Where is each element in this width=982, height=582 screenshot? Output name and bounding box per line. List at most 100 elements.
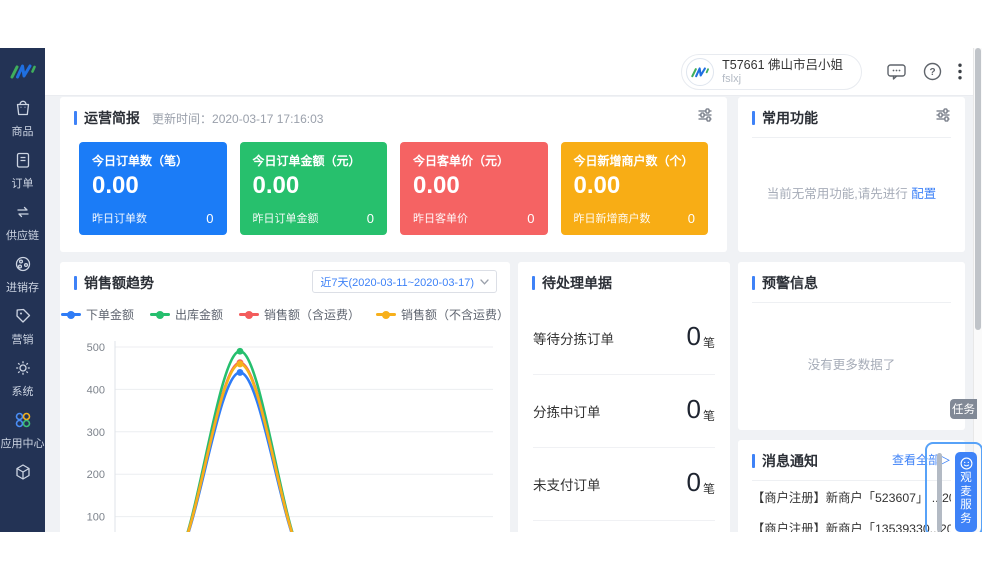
update-time: 更新时间：2020-03-17 17:16:03 [152,111,324,126]
avatar [686,57,715,86]
kpi-yesterday-label: 昨日客单价 [413,213,468,225]
pending-row-waiting-sort[interactable]: 等待分拣订单 0 笔 [533,302,715,375]
service-widget-label: 观麦服务 [960,472,972,525]
help-icon[interactable]: ? [923,62,942,81]
share-nodes-icon [13,254,33,279]
price-tag-icon [13,306,33,331]
message-bubble-icon[interactable] [886,62,907,81]
common-functions-panel: 常用功能 当前无常用功能,请先进行 配置 [738,97,965,252]
notifications-panel: 消息通知 查看全部＞ 【商户注册】新商户「523607」 ...2020-03-… [738,440,965,532]
dashboard-app: 商品 订单 供应链 进销存 营销 系统 应用中心 T57661 佛山市吕小姐 f… [0,48,982,532]
legend-label: 销售额（不含运费） [401,308,510,322]
kpi-cards: 今日订单数（笔） 0.00 昨日订单数 0 今日订单金额（元） 0.00 昨日订… [79,142,708,235]
task-side-tab[interactable]: 任务 [950,399,977,419]
kpi-yesterday-label: 昨日订单金额 [252,213,319,225]
legend-marker [239,310,259,319]
pending-label: 未支付订单 [533,478,601,493]
kpi-value: 0.00 [413,172,460,199]
sidebar-item-label: 营销 [11,334,34,346]
sidebar-item-cube[interactable] [13,462,33,487]
notification-item[interactable]: 【商户注册】新商户「523607」 ...2020-03-13 [752,481,951,512]
alerts-panel: 预警信息 没有更多数据了 [738,262,965,430]
legend-item[interactable]: 销售额（含运费） [239,306,360,323]
sidebar-item-label: 订单 [11,178,34,190]
sidebar-item-supply-chain[interactable]: 供应链 [0,202,45,242]
panel-scrollbar[interactable] [937,453,942,532]
date-range-value: 近7天(2020-03-11~2020-03-17) [320,276,474,289]
svg-text:200: 200 [87,469,105,481]
sidebar-item-marketing[interactable]: 营销 [0,306,45,346]
kpi-value: 0.00 [252,172,300,199]
common-functions-settings-icon[interactable] [935,108,951,122]
kpi-yesterday-value: 0 [206,210,214,226]
pending-unit: 笔 [702,482,715,496]
alerts-empty-state: 没有更多数据了 [807,358,896,372]
legend-marker [60,310,81,319]
legend-item[interactable]: 销售额（不含运费） [376,306,509,323]
pending-value: 0 [686,467,701,497]
order-document-icon [13,150,33,175]
sidebar-item-orders[interactable]: 订单 [0,150,45,190]
service-widget[interactable]: 观麦服务 [955,452,977,532]
pending-value: 0 [686,394,701,424]
sidebar-item-label: 系统 [11,386,34,398]
exchange-arrows-icon [13,202,33,227]
kpi-yesterday-value: 0 [366,210,374,226]
legend-item[interactable]: 下单金额 [60,306,134,323]
legend-label: 出库金额 [174,308,223,322]
kpi-title: 今日订单数（笔） [92,154,189,168]
kpi-card-order-amount[interactable]: 今日订单金额（元） 0.00 昨日订单金额 0 [239,142,387,235]
sales-trend-title: 销售额趋势 [74,273,154,293]
pending-label: 分拣中订单 [533,405,601,420]
sidebar-item-goods[interactable]: 商品 [0,98,45,138]
common-functions-title: 常用功能 [752,108,818,128]
pending-row-unpaid[interactable]: 未支付订单 0 笔 [533,448,715,521]
sidebar-item-system[interactable]: 系统 [0,358,45,398]
sidebar-item-inventory[interactable]: 进销存 [0,254,45,294]
sidebar-item-label: 商品 [11,126,34,138]
user-menu[interactable]: T57661 佛山市吕小姐 fslxj [681,53,862,90]
more-menu-icon[interactable] [958,63,962,80]
date-range-dropdown[interactable]: 近7天(2020-03-11~2020-03-17) [312,270,497,293]
app-logo[interactable] [9,61,37,86]
pending-row-sorting[interactable]: 分拣中订单 0 笔 [533,375,715,448]
sales-trend-chart: 100 200 300 400 500 [87,341,493,532]
chevron-down-icon [480,278,489,285]
kpi-card-new-merchants[interactable]: 今日新增商户数（个） 0.00 昨日新增商户数 0 [560,142,708,235]
page-scrollbar-thumb[interactable] [975,48,981,330]
kpi-card-orders[interactable]: 今日订单数（笔） 0.00 昨日订单数 0 [79,142,227,235]
legend-item[interactable]: 出库金额 [149,306,223,323]
legend-marker [149,310,170,319]
kpi-title: 今日订单金额（元） [252,154,361,168]
notification-item[interactable]: 【商户注册】新商户「13539330...2020-03-13 [752,512,951,533]
notifications-title: 消息通知 [752,451,818,471]
sales-trend-panel: 销售额趋势 近7天(2020-03-11~2020-03-17) 下单金额 出库金… [60,262,510,532]
chart-legend: 下单金额 出库金额 销售额（含运费） 销售额（不含运费） [60,306,510,323]
sidebar-item-label: 进销存 [6,282,39,294]
kpi-value: 0.00 [92,172,139,199]
view-all-link[interactable]: 查看全部＞ [892,451,951,468]
sidebar-item-label: 供应链 [6,230,39,242]
sidebar-item-app-center[interactable]: 应用中心 [0,410,45,450]
pending-value: 0 [686,321,701,351]
svg-text:?: ? [929,67,935,78]
kpi-card-avg-price[interactable]: 今日客单价（元） 0.00 昨日客单价 0 [400,142,548,235]
app-center-icon [13,410,33,435]
pending-docs-title: 待处理单据 [532,273,612,293]
briefing-settings-icon[interactable] [697,108,713,122]
kpi-yesterday-value: 0 [527,210,535,226]
svg-text:500: 500 [87,342,105,354]
legend-label: 下单金额 [85,308,134,322]
sidebar: 商品 订单 供应链 进销存 营销 系统 应用中心 [0,48,45,532]
config-link[interactable]: 配置 [911,187,936,201]
shopping-bag-icon [13,98,33,123]
kpi-title: 今日客单价（元） [413,154,510,168]
briefing-title: 运营简报 [74,108,140,128]
sidebar-item-label: 应用中心 [0,438,45,450]
pending-unit: 笔 [702,336,715,350]
svg-text:400: 400 [87,384,105,396]
topbar: T57661 佛山市吕小姐 fslxj ? [45,48,982,96]
kpi-value: 0.00 [573,172,621,199]
kpi-yesterday-label: 昨日新增商户数 [573,213,651,225]
briefing-panel: 运营简报 更新时间：2020-03-17 17:16:03 今日订单数（笔） 0… [60,97,727,252]
